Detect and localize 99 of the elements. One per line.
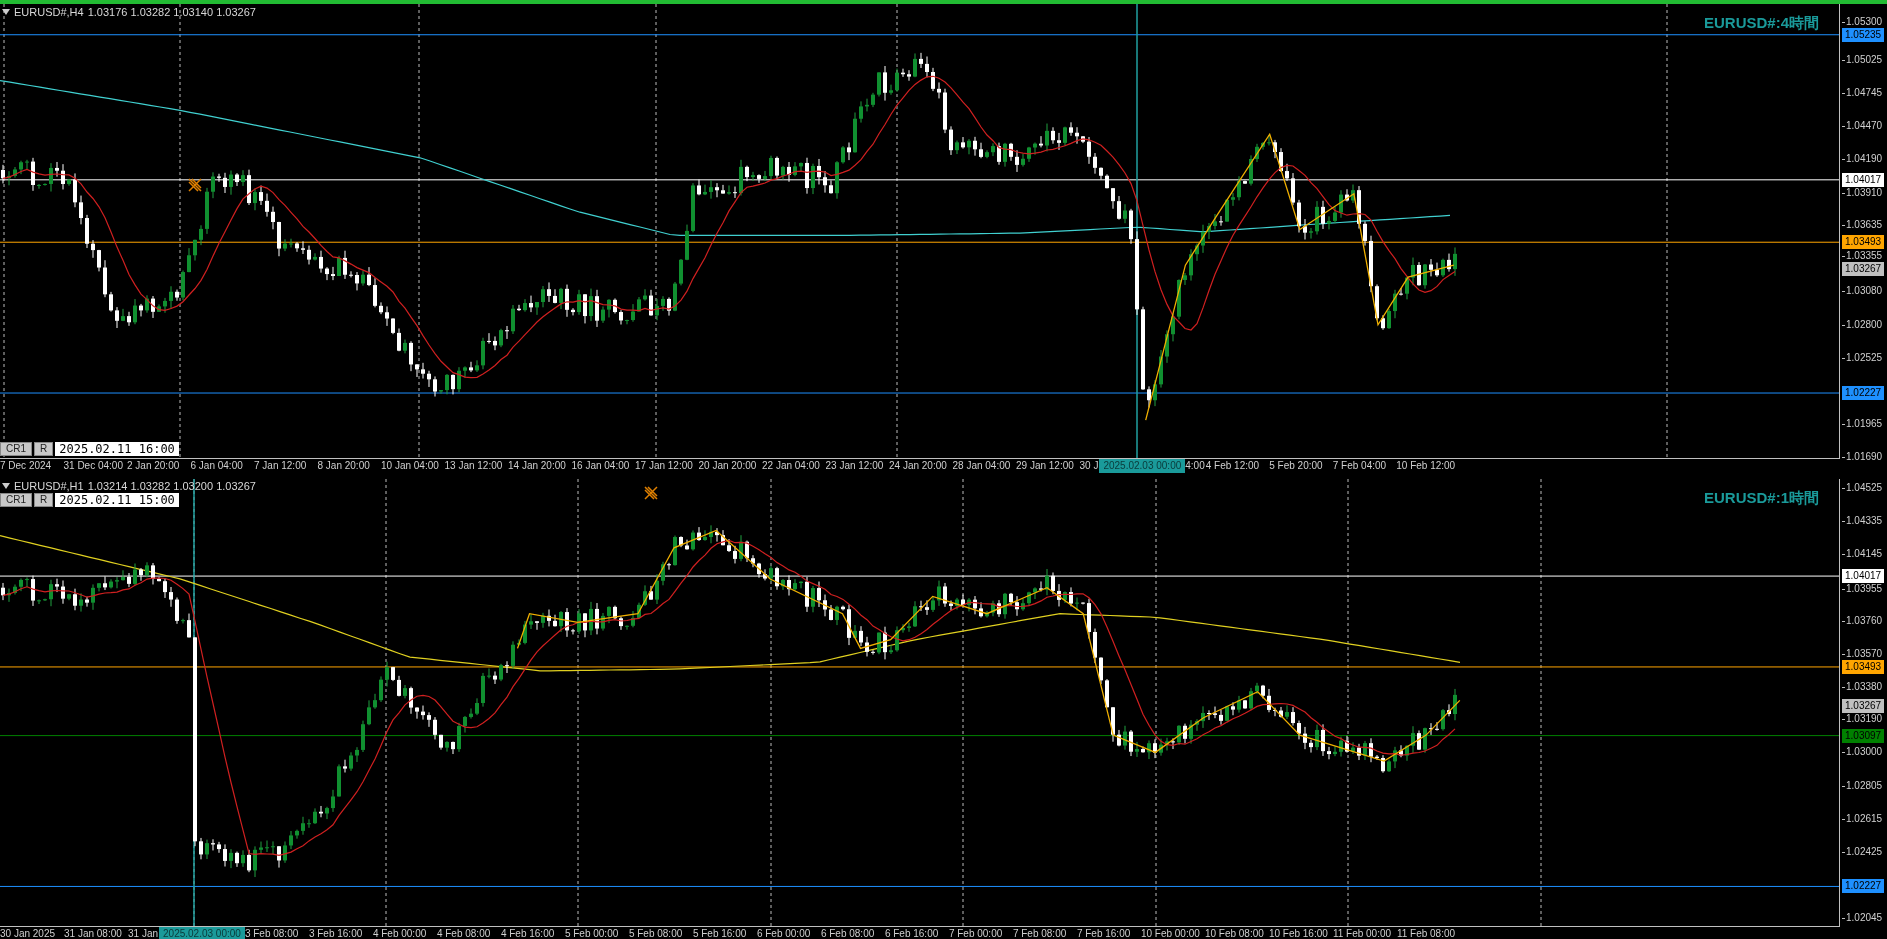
time-tick-label: 8 Jan 20:00 [317,459,371,473]
time-tick-label: 17 Jan 12:00 [635,459,694,473]
price-tick-label: 1.02525 [1842,351,1883,364]
time-tick-label: 31 Jan 08:00 [64,927,123,939]
time-tick-label: 20 Jan 20:00 [698,459,758,473]
time-tick-label: 4 Feb 00:00 [372,927,428,939]
price-tick-label: 1.04470 [1842,119,1883,132]
time-tick-label: 7 Jan 12:00 [254,459,308,473]
time-tick-label: 4:00 [1185,459,1206,473]
time-tick-label: 11 Feb 08:00 [1396,927,1457,939]
chart-button[interactable]: R [34,442,54,456]
price-marker: 1.04017 [1842,569,1885,584]
dropdown-icon[interactable] [2,9,10,15]
price-marker: 1.05235 [1842,27,1885,42]
chart-button[interactable]: R [34,493,54,507]
price-tick-label: 1.03570 [1842,647,1883,660]
time-tick-label: 30 Jan 2025 [0,927,57,939]
price-tick-label: 1.02425 [1842,846,1883,859]
price-tick-label: 1.03080 [1842,285,1883,298]
price-tick-label: 1.05300 [1842,15,1883,28]
time-tick-label: 5 Feb 00:00 [564,927,620,939]
date-field[interactable]: 2025.02.11 15:00 [55,493,179,507]
price-tick-label: 1.03955 [1842,583,1883,596]
marker-icon [644,486,658,500]
time-tick-label: 10 Feb 00:00 [1140,927,1201,939]
price-tick-label: 1.01965 [1842,418,1883,431]
price-tick-label: 1.03380 [1842,680,1883,693]
time-tick-label: 6 Feb 08:00 [820,927,876,939]
date-field[interactable]: 2025.02.11 16:00 [55,442,179,456]
chart-button[interactable]: CR1 [0,442,32,456]
price-quote: 1.03176 1.03282 1.03140 1.03267 [87,6,256,18]
cursor-time-label: 2025.02.03 00:00 [1099,459,1186,473]
price-tick-label: 1.04145 [1842,547,1883,560]
symbol-title: EURUSD#,H1 [14,480,84,492]
time-tick-label: 28 Jan 04:00 [952,459,1012,473]
time-tick-label: 7 Feb 00:00 [948,927,1004,939]
time-tick-label: 10 Feb 12:00 [1396,459,1457,473]
price-tick-label: 1.03635 [1842,219,1883,232]
price-tick-label: 1.04745 [1842,87,1883,100]
time-tick-label: 6 Feb 00:00 [756,927,812,939]
price-tick-label: 1.04525 [1842,482,1883,494]
time-tick-label: 30 J [1079,459,1100,473]
price-marker: 1.03097 [1842,728,1885,743]
time-tick-label: 29 Jan 12:00 [1016,459,1075,473]
price-tick-label: 1.04335 [1842,514,1883,527]
time-tick-label: 4 Feb 12:00 [1205,459,1261,473]
price-tick-label: 1.02800 [1842,318,1883,331]
price-tick-label: 1.04190 [1842,153,1883,166]
time-tick-label: 24 Jan 20:00 [889,459,948,473]
time-tick-label: 5 Feb 20:00 [1269,459,1324,473]
time-tick-label: 31 Jan [128,927,160,939]
price-marker: 1.03267 [1842,699,1885,714]
cursor-time-label: 2025.02.03 00:00 [159,927,245,939]
price-tick-label: 1.02615 [1842,813,1883,826]
price-tick-label: 1.03000 [1842,746,1883,759]
price-tick-label: 1.03355 [1842,250,1883,263]
price-marker: 1.03493 [1842,659,1885,674]
price-tick-label: 1.02805 [1842,780,1883,793]
time-tick-label: 10 Feb 08:00 [1204,927,1265,939]
price-marker: 1.02227 [1842,386,1885,400]
price-tick-label: 1.02045 [1842,912,1883,924]
time-tick-label: 2 Jan 20:00 [127,459,181,473]
price-tick-label: 1.03910 [1842,186,1883,199]
time-tick-label: 4 Feb 16:00 [500,927,556,939]
time-tick-label: 10 Feb 16:00 [1268,927,1329,939]
time-tick-label: 13 Jan 12:00 [444,459,504,473]
time-tick-label: 4 Feb 08:00 [436,927,492,939]
price-marker: 1.03267 [1842,262,1885,277]
price-tick-label: 1.05025 [1842,53,1883,66]
price-marker: 1.04017 [1842,172,1885,187]
price-tick-label: 1.03190 [1842,713,1883,726]
price-marker: 1.02227 [1842,879,1885,894]
time-tick-label: 22 Jan 04:00 [762,459,821,473]
price-marker: 1.03493 [1842,235,1885,250]
time-tick-label: 5 Feb 16:00 [692,927,748,939]
marker-icon [188,178,202,192]
time-tick-label: 10 Jan 04:00 [381,459,440,473]
time-tick-label: 11 Feb 00:00 [1332,927,1393,939]
time-tick-label: 14 Jan 20:00 [508,459,567,473]
time-tick-label: 7 Feb 04:00 [1332,459,1388,473]
price-tick-label: 1.03760 [1842,614,1883,627]
symbol-title: EURUSD#,H4 [14,6,84,18]
dropdown-icon[interactable] [2,483,10,489]
time-tick-label: 7 Dec 2024 [0,459,53,473]
chart-label: EURUSD#:4時間 [1703,14,1819,33]
chart-button[interactable]: CR1 [0,493,32,507]
time-tick-label: 23 Jan 12:00 [825,459,885,473]
time-tick-label: 31 Dec 04:00 [63,459,124,473]
time-tick-label: 16 Jan 04:00 [571,459,631,473]
price-quote: 1.03214 1.03282 1.03200 1.03267 [87,480,256,492]
time-tick-label: 6 Feb 16:00 [884,927,940,939]
time-tick-label: 3 Feb 08:00 [244,927,300,939]
time-tick-label: 6 Jan 04:00 [190,459,244,473]
time-tick-label: 7 Feb 16:00 [1076,927,1132,939]
price-tick-label: 1.01690 [1842,451,1883,463]
time-tick-label: 3 Feb 16:00 [308,927,364,939]
time-tick-label: 5 Feb 08:00 [628,927,684,939]
time-tick-label: 7 Feb 08:00 [1012,927,1068,939]
chart-label: EURUSD#:1時間 [1703,489,1819,508]
